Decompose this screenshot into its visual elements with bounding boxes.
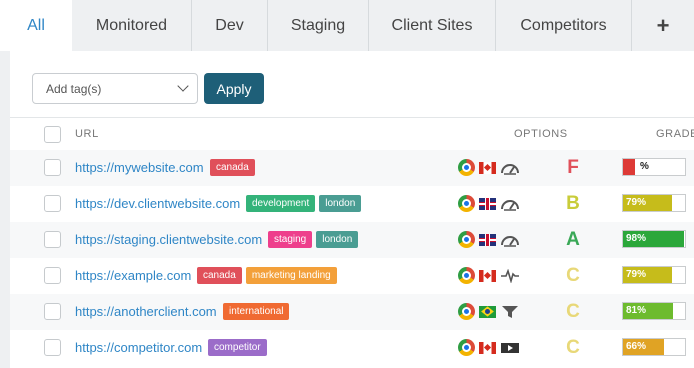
site-url-link[interactable]: https://competitor.com xyxy=(75,340,202,355)
tag-list: canada marketing landing xyxy=(197,267,337,284)
tag-badge[interactable]: canada xyxy=(210,159,255,176)
options-cell xyxy=(458,159,520,176)
select-all-checkbox[interactable] xyxy=(44,126,61,143)
bulk-toolbar: Add tag(s) Apply xyxy=(32,73,264,104)
tag-badge[interactable]: competitor xyxy=(208,339,267,356)
options-cell xyxy=(458,231,520,248)
row-checkbox[interactable] xyxy=(44,231,61,248)
uk-flag-icon xyxy=(479,197,496,210)
grade-letter: F xyxy=(567,157,579,178)
chrome-icon xyxy=(458,231,475,248)
score-label: 81% xyxy=(626,305,647,316)
tag-badge[interactable]: london xyxy=(316,231,359,248)
table-row[interactable]: https://competitor.com competitor C 66% xyxy=(10,330,694,366)
tag-badge[interactable]: international xyxy=(223,303,290,320)
table-row[interactable]: https://staging.clientwebsite.com staging… xyxy=(10,222,694,258)
gauge-icon xyxy=(500,233,520,247)
tab-staging[interactable]: Staging xyxy=(268,0,369,51)
chrome-icon xyxy=(458,159,475,176)
tag-list: canada xyxy=(210,159,255,176)
table-row[interactable]: https://dev.clientwebsite.com development… xyxy=(10,186,694,222)
score-label: 79% xyxy=(626,197,647,208)
gauge-icon xyxy=(500,197,520,211)
tag-list: competitor xyxy=(208,339,267,356)
chrome-icon xyxy=(458,195,475,212)
options-cell xyxy=(458,339,520,356)
grade-letter: C xyxy=(566,301,580,322)
score-bar: 66% xyxy=(622,338,686,356)
site-url-link[interactable]: https://mywebsite.com xyxy=(75,160,204,175)
chrome-icon xyxy=(458,339,475,356)
chrome-icon xyxy=(458,303,475,320)
add-tab-button[interactable]: + xyxy=(632,0,694,51)
tag-badge[interactable]: london xyxy=(319,195,362,212)
tag-select-value: Add tag(s) xyxy=(46,81,102,96)
chevron-down-icon xyxy=(177,80,189,92)
tab-competitors[interactable]: Competitors xyxy=(496,0,632,51)
options-cell xyxy=(458,195,520,212)
score-label: 98% xyxy=(626,233,647,244)
score-label: 79% xyxy=(626,269,647,280)
row-checkbox[interactable] xyxy=(44,159,61,176)
table-header: URL OPTIONS GRADE xyxy=(10,118,694,150)
score-label: 66% xyxy=(626,341,647,352)
canada-flag-icon xyxy=(479,161,496,174)
video-icon xyxy=(500,341,520,355)
canada-flag-icon xyxy=(479,341,496,354)
score-bar: 79% xyxy=(622,266,686,284)
table-row[interactable]: https://example.com canada marketing landi… xyxy=(10,258,694,294)
score-bar: 98% xyxy=(622,230,686,248)
options-cell xyxy=(458,303,520,320)
score-bar-fill xyxy=(623,159,636,175)
tag-badge[interactable]: development xyxy=(246,195,316,212)
column-header-options: OPTIONS xyxy=(514,128,568,140)
row-checkbox[interactable] xyxy=(44,267,61,284)
tag-badge[interactable]: canada xyxy=(197,267,242,284)
score-bar: 81% xyxy=(622,302,686,320)
apply-button[interactable]: Apply xyxy=(204,73,264,104)
tab-dev[interactable]: Dev xyxy=(192,0,268,51)
tab-bar: All Monitored Dev Staging Client Sites C… xyxy=(0,0,694,51)
tag-badge[interactable]: staging xyxy=(268,231,313,248)
site-url-link[interactable]: https://example.com xyxy=(75,268,191,283)
table-row[interactable]: https://mywebsite.com canada F% xyxy=(10,150,694,186)
grade-letter: C xyxy=(566,265,580,286)
gauge-icon xyxy=(500,161,520,175)
grade-letter: A xyxy=(566,229,580,250)
column-header-grade[interactable]: GRADE xyxy=(656,128,694,140)
brazil-flag-icon xyxy=(479,305,496,318)
grade-letter: B xyxy=(566,193,580,214)
score-bar: % xyxy=(622,158,686,176)
sites-panel: Add tag(s) Apply URL OPTIONS GRADE https… xyxy=(10,51,694,368)
site-url-link[interactable]: https://anotherclient.com xyxy=(75,304,217,319)
score-label: % xyxy=(640,161,649,172)
canada-flag-icon xyxy=(479,269,496,282)
site-url-link[interactable]: https://staging.clientwebsite.com xyxy=(75,232,262,247)
tag-select[interactable]: Add tag(s) xyxy=(32,73,198,104)
uk-flag-icon xyxy=(479,233,496,246)
filter-icon xyxy=(500,305,520,319)
site-url-link[interactable]: https://dev.clientwebsite.com xyxy=(75,196,240,211)
table-row[interactable]: https://anotherclient.com international C 8… xyxy=(10,294,694,330)
tag-list: staging london xyxy=(268,231,359,248)
tag-badge[interactable]: marketing landing xyxy=(245,267,337,284)
row-checkbox[interactable] xyxy=(44,195,61,212)
score-bar: 79% xyxy=(622,194,686,212)
row-checkbox[interactable] xyxy=(44,339,61,356)
heartbeat-icon xyxy=(500,268,520,283)
tag-list: international xyxy=(223,303,290,320)
row-checkbox[interactable] xyxy=(44,303,61,320)
tag-list: development london xyxy=(246,195,362,212)
column-header-url[interactable]: URL xyxy=(75,128,99,140)
chrome-icon xyxy=(458,267,475,284)
options-cell xyxy=(458,267,520,284)
tab-monitored[interactable]: Monitored xyxy=(72,0,192,51)
tab-all[interactable]: All xyxy=(0,0,72,51)
tab-client-sites[interactable]: Client Sites xyxy=(369,0,496,51)
grade-letter: C xyxy=(566,337,580,358)
